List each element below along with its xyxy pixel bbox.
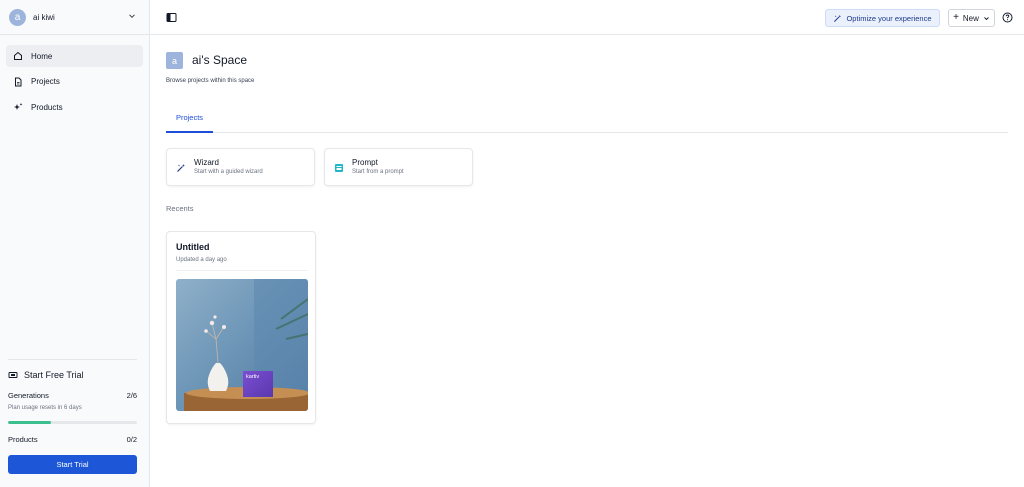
sidebar-toggle-icon[interactable] (166, 12, 177, 23)
prompt-title: Prompt (352, 158, 378, 167)
tab-bar: Projects (166, 104, 1008, 133)
top-bar: Optimize your experience + New (150, 0, 1024, 35)
ticket-icon (8, 372, 18, 378)
sidebar-item-products[interactable]: Products (6, 96, 143, 118)
wand-icon (177, 164, 185, 172)
start-trial-button[interactable]: Start Trial (8, 455, 137, 474)
new-button[interactable]: + New (948, 9, 995, 27)
project-title: Untitled (176, 242, 210, 252)
product-photo-image: kartiv (176, 279, 308, 411)
home-icon (14, 51, 22, 60)
generations-progress-fill (8, 421, 51, 424)
wizard-title: Wizard (194, 158, 219, 167)
prompt-subtitle: Start from a prompt (352, 169, 404, 175)
project-updated-time: Updated a day ago (176, 257, 227, 263)
generations-row: Generations 2/6 (8, 391, 137, 400)
optimize-experience-button[interactable]: Optimize your experience (825, 9, 940, 27)
new-label: New (962, 13, 979, 23)
sidebar: a ai kiwi Home Projects Products Start F… (0, 0, 150, 487)
chevron-down-icon (984, 16, 989, 20)
wand-icon (834, 14, 842, 22)
thumbnail-brand-text: kartiv (246, 374, 259, 380)
page-subtitle: Browse projects within this space (166, 78, 255, 84)
generations-label: Generations (8, 391, 49, 400)
wizard-option-card[interactable]: Wizard Start with a guided wizard (166, 148, 315, 186)
project-thumbnail[interactable]: kartiv (176, 279, 308, 411)
workspace-name: ai kiwi (33, 12, 55, 22)
trial-heading: Start Free Trial (8, 370, 137, 380)
sidebar-item-home[interactable]: Home (6, 45, 143, 67)
sidebar-item-label: Products (31, 102, 63, 112)
space-avatar: a (166, 52, 183, 69)
free-trial-panel: Start Free Trial Generations 2/6 Plan us… (8, 359, 137, 474)
wizard-subtitle: Start with a guided wizard (194, 169, 263, 175)
sidebar-item-label: Projects (31, 77, 60, 86)
optimize-label: Optimize your experience (846, 13, 932, 23)
plus-icon: + (953, 12, 959, 23)
prompt-option-card[interactable]: Prompt Start from a prompt (324, 148, 473, 186)
tab-projects[interactable]: Projects (166, 104, 213, 133)
help-icon[interactable] (1002, 12, 1013, 23)
workspace-switcher[interactable]: a ai kiwi (0, 0, 149, 35)
sidebar-nav: Home Projects Products (6, 45, 143, 122)
generations-progress-bar (8, 421, 137, 424)
products-row: Products 0/2 (8, 435, 137, 444)
recents-heading: Recents (166, 204, 194, 213)
generations-count: 2/6 (126, 391, 137, 400)
chevron-down-icon (129, 14, 135, 19)
project-card[interactable]: Untitled Updated a day ago kartiv (166, 231, 316, 424)
workspace-avatar: a (9, 8, 26, 26)
file-icon (15, 77, 22, 86)
sidebar-item-projects[interactable]: Projects (6, 71, 143, 93)
sparkle-icon (14, 103, 23, 110)
products-count: 0/2 (126, 435, 137, 444)
divider (176, 270, 308, 271)
usage-reset-text: Plan usage resets in 6 days (8, 405, 82, 411)
products-label: Products (8, 435, 38, 444)
page-title: ai's Space (192, 53, 247, 67)
prompt-icon (335, 164, 343, 172)
trial-title: Start Free Trial (24, 370, 84, 380)
sidebar-item-label: Home (31, 51, 53, 61)
